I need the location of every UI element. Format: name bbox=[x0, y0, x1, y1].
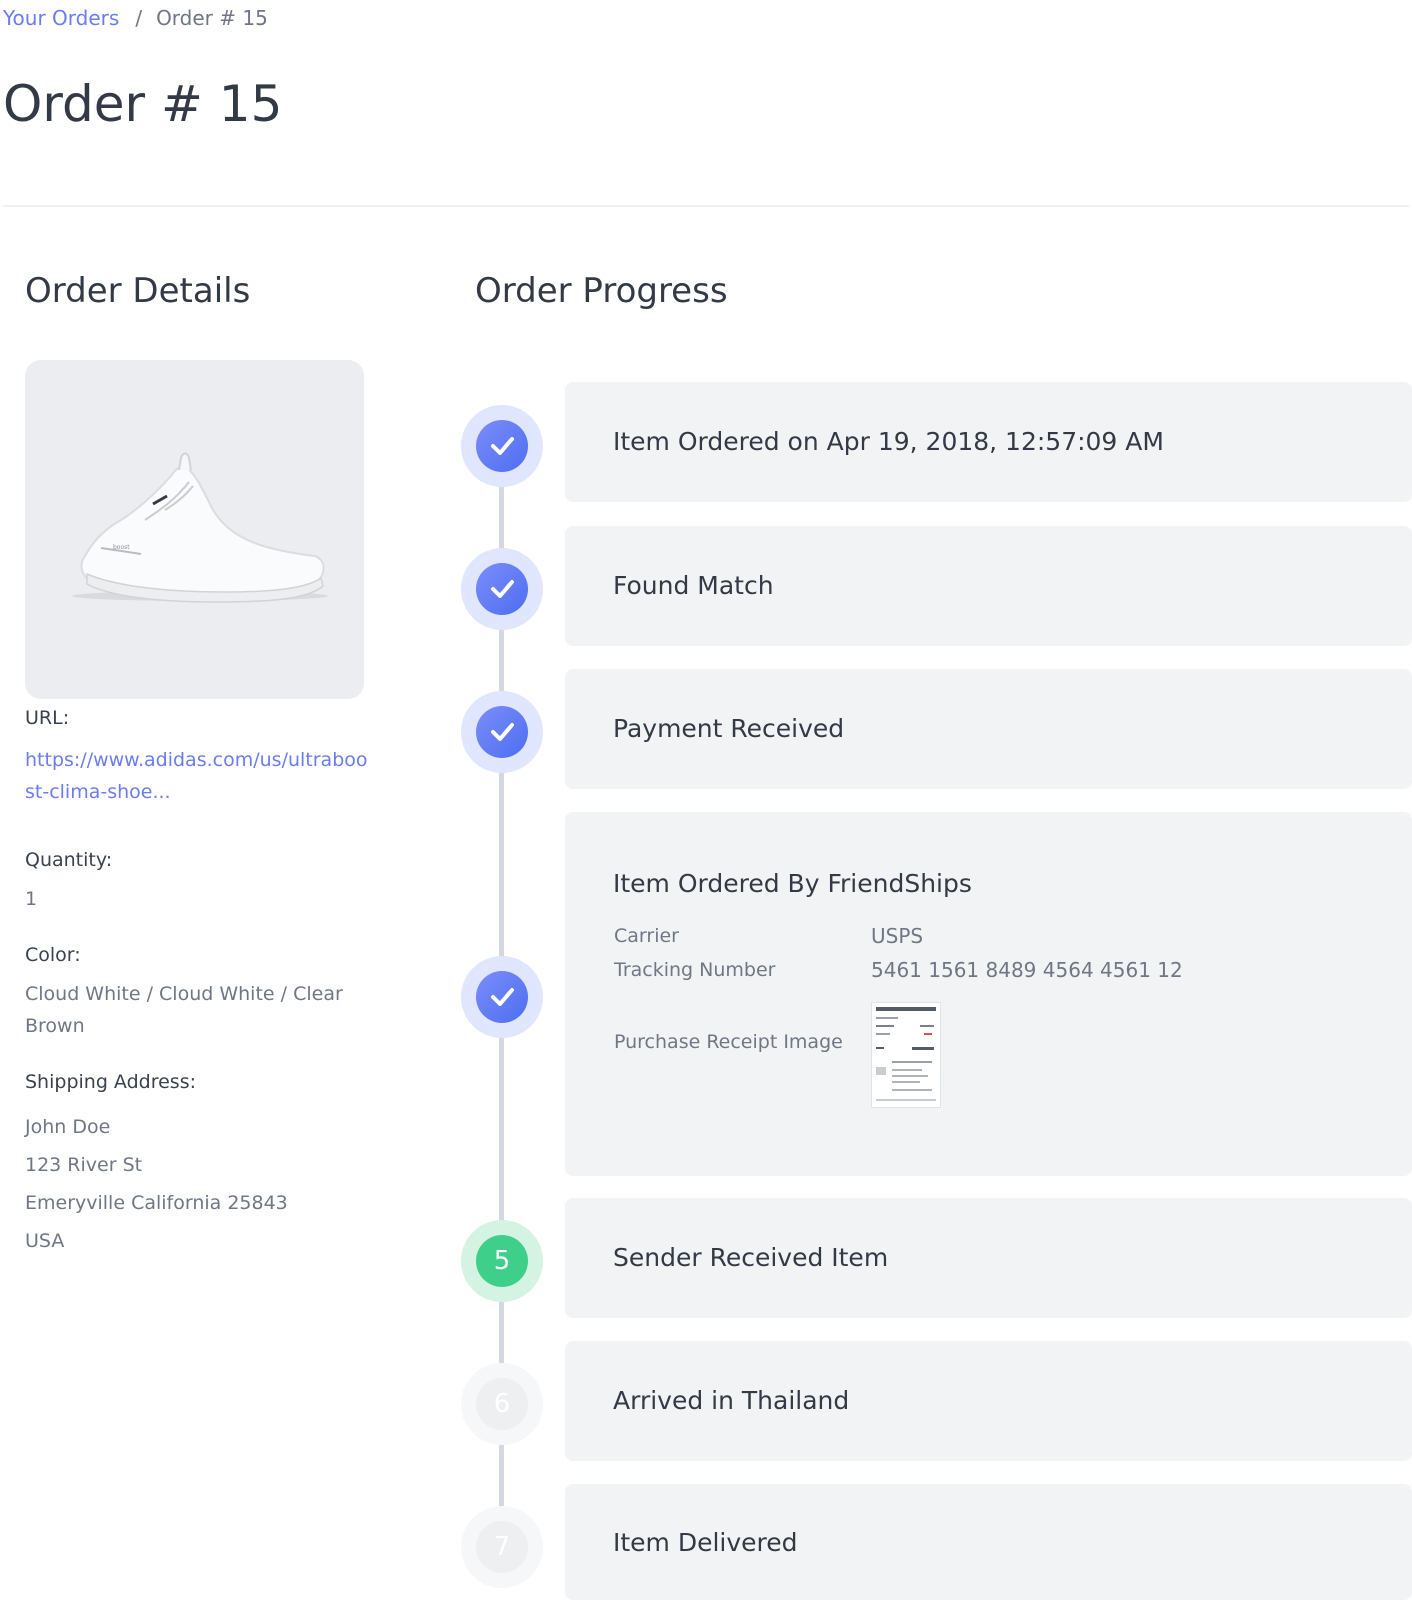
step-card-sender-received-item: Sender Received Item bbox=[565, 1198, 1412, 1318]
carrier-value: USPS bbox=[871, 924, 924, 948]
step-card-arrived-in-thailand: Arrived in Thailand bbox=[565, 1341, 1412, 1461]
step-card-item-ordered-by-friendships: Item Ordered By FriendShips Carrier USPS… bbox=[565, 812, 1412, 1176]
address-name: John Doe bbox=[25, 1116, 111, 1138]
step-number-5: 5 bbox=[476, 1235, 528, 1287]
header-divider bbox=[3, 205, 1409, 207]
step-title: Item Ordered on Apr 19, 2018, 12:57:09 A… bbox=[613, 427, 1164, 456]
breadcrumb-separator: / bbox=[135, 6, 143, 30]
address-city: Emeryville California 25843 bbox=[25, 1192, 288, 1214]
breadcrumb: Your Orders / Order # 15 bbox=[3, 5, 268, 31]
step-marker-1 bbox=[461, 405, 543, 487]
shipping-address: John Doe 123 River St Emeryville Califor… bbox=[25, 1108, 370, 1260]
quantity-value: 1 bbox=[25, 888, 38, 910]
shipping-address-label: Shipping Address: bbox=[25, 1071, 196, 1093]
step-marker-2 bbox=[461, 548, 543, 630]
check-icon bbox=[476, 420, 528, 472]
step-number-6: 6 bbox=[476, 1378, 528, 1430]
step-marker-7: 7 bbox=[461, 1506, 543, 1588]
step-title: Item Ordered By FriendShips bbox=[613, 869, 972, 898]
step-title: Item Delivered bbox=[613, 1528, 798, 1557]
product-url-link[interactable]: https://www.adidas.com/us/ultraboost-cli… bbox=[25, 749, 368, 803]
step-title: Arrived in Thailand bbox=[613, 1386, 850, 1415]
check-icon bbox=[476, 706, 528, 758]
breadcrumb-current: Order # 15 bbox=[156, 6, 268, 30]
check-icon bbox=[476, 971, 528, 1023]
tracking-number-label: Tracking Number bbox=[614, 959, 776, 981]
svg-text:boost: boost bbox=[113, 544, 130, 551]
step-marker-5: 5 bbox=[461, 1220, 543, 1302]
product-image: boost bbox=[25, 360, 364, 699]
step-number-7: 7 bbox=[476, 1521, 528, 1573]
address-country: USA bbox=[25, 1230, 65, 1252]
url-label: URL: bbox=[25, 707, 70, 729]
step-card-found-match: Found Match bbox=[565, 526, 1412, 646]
order-progress-heading: Order Progress bbox=[475, 271, 728, 311]
receipt-image-icon bbox=[876, 1007, 936, 1101]
color-label: Color: bbox=[25, 944, 81, 966]
step-title: Sender Received Item bbox=[613, 1243, 889, 1272]
carrier-label: Carrier bbox=[614, 925, 679, 947]
step-card-payment-received: Payment Received bbox=[565, 669, 1412, 789]
address-street: 123 River St bbox=[25, 1154, 143, 1176]
shoe-image: boost bbox=[72, 452, 328, 603]
url-value: https://www.adidas.com/us/ultraboost-cli… bbox=[25, 744, 370, 808]
step-card-item-ordered: Item Ordered on Apr 19, 2018, 12:57:09 A… bbox=[565, 382, 1412, 502]
breadcrumb-your-orders-link[interactable]: Your Orders bbox=[3, 6, 119, 30]
color-value: Cloud White / Cloud White / Clear Brown bbox=[25, 983, 343, 1037]
check-icon bbox=[476, 563, 528, 615]
step-title: Found Match bbox=[613, 571, 774, 600]
quantity-label: Quantity: bbox=[25, 849, 113, 871]
step-marker-6: 6 bbox=[461, 1363, 543, 1445]
step-card-item-delivered: Item Delivered bbox=[565, 1484, 1412, 1600]
page-title: Order # 15 bbox=[3, 75, 283, 133]
receipt-thumbnail[interactable] bbox=[871, 1002, 941, 1108]
step-marker-3 bbox=[461, 691, 543, 773]
step-title: Payment Received bbox=[613, 714, 845, 743]
tracking-number-value: 5461 1561 8489 4564 4561 12 bbox=[871, 958, 1183, 982]
receipt-image-label: Purchase Receipt Image bbox=[614, 1031, 843, 1053]
order-details-heading: Order Details bbox=[25, 271, 251, 311]
step-marker-4 bbox=[461, 956, 543, 1038]
